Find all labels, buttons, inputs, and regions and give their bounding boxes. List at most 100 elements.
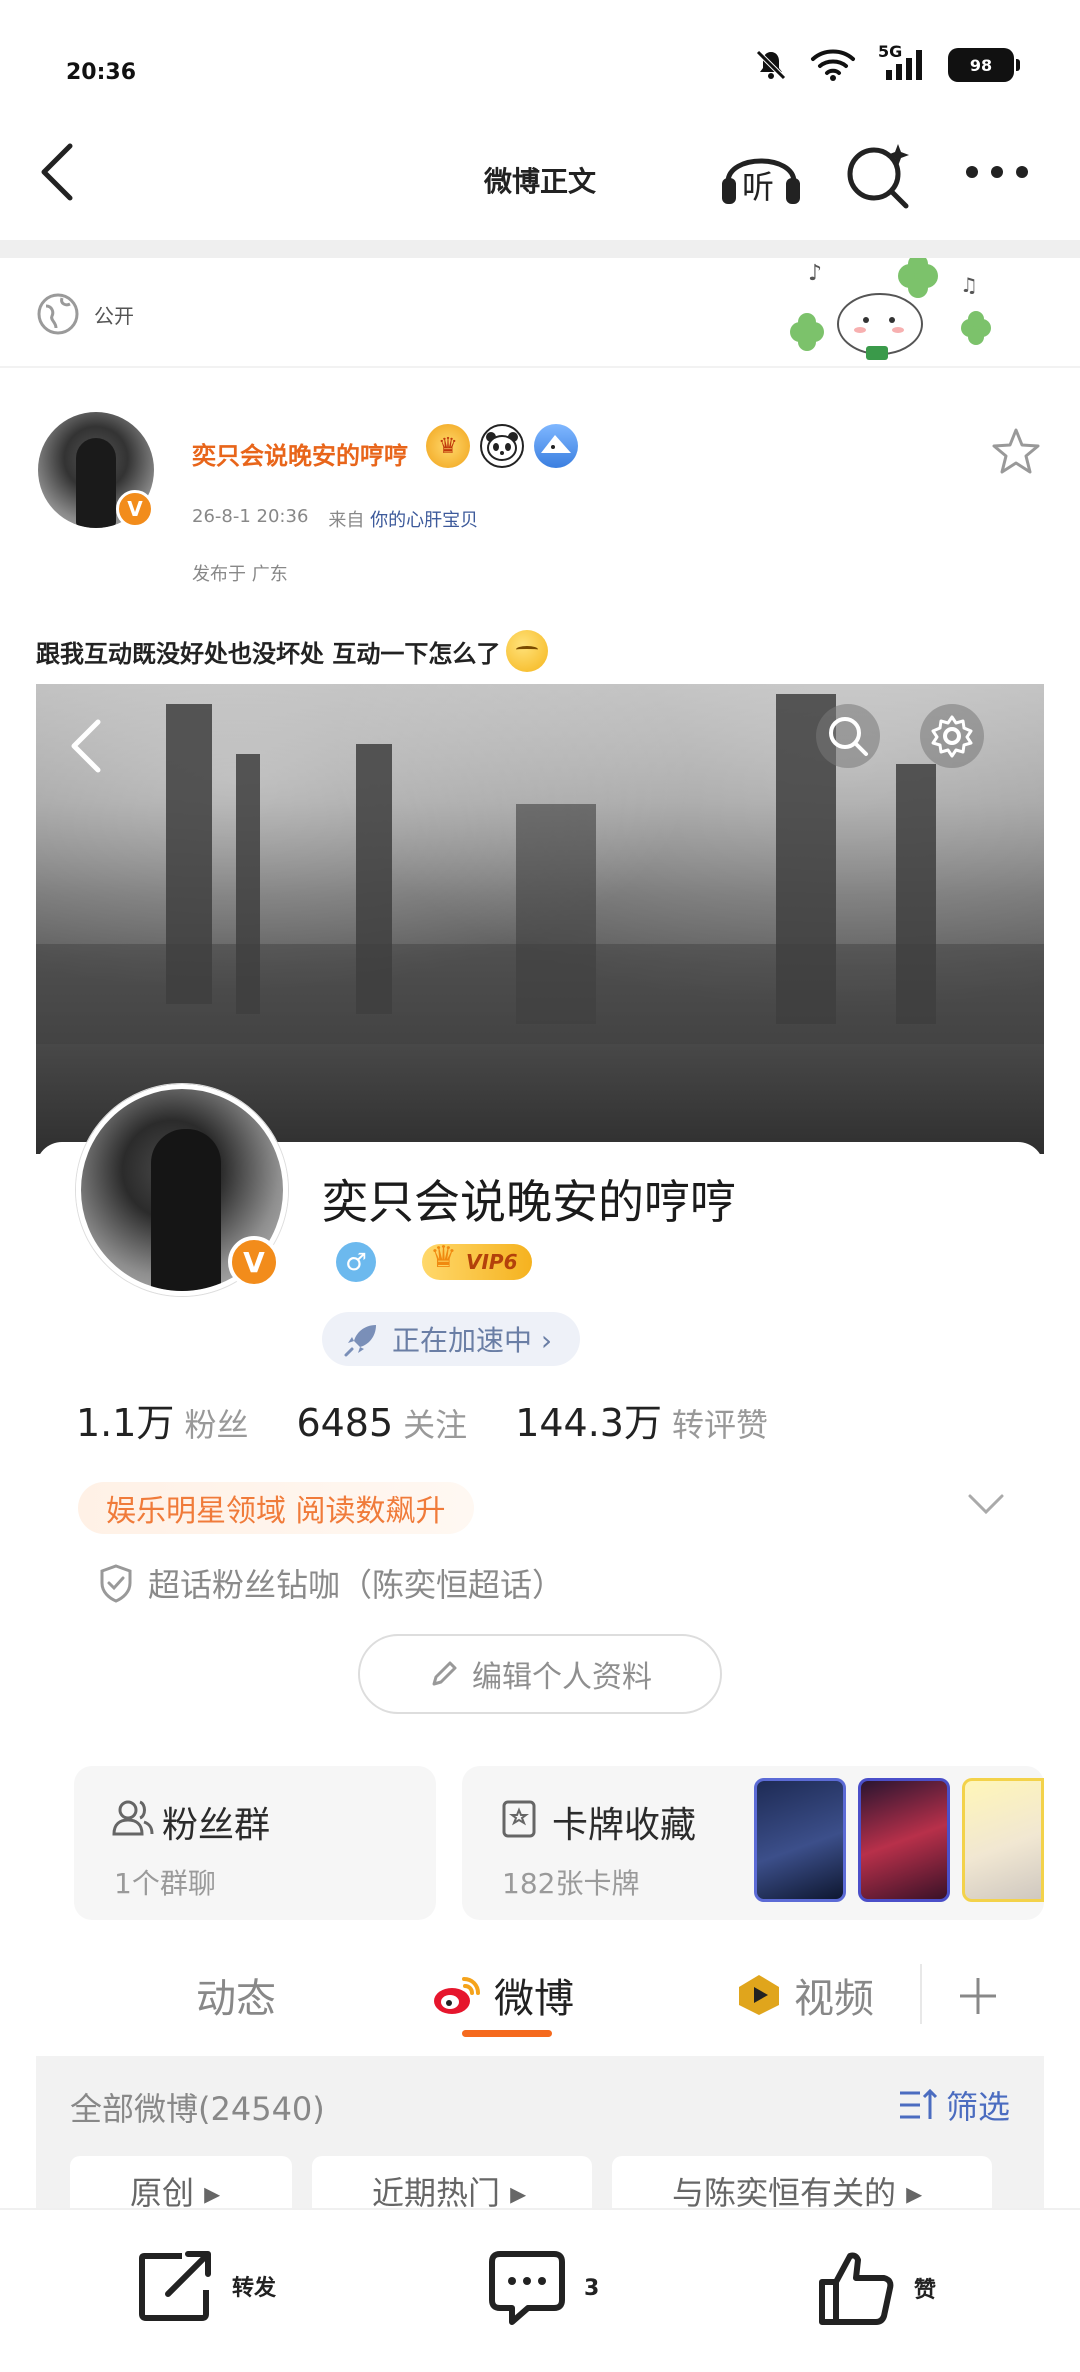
- card-collection-icon: [502, 1800, 536, 1838]
- listen-button[interactable]: 听: [718, 138, 804, 210]
- following-label: 关注: [403, 1406, 468, 1444]
- svg-text:♫: ♫: [960, 273, 978, 297]
- visibility-divider: [0, 366, 1080, 368]
- trading-card-thumbnail[interactable]: [754, 1778, 846, 1902]
- comment-count: 3: [584, 2275, 600, 2301]
- edit-profile-button[interactable]: 编辑个人资料: [358, 1634, 722, 1714]
- listen-label: 听: [742, 168, 775, 206]
- search-sparkle-icon[interactable]: [842, 138, 914, 210]
- clover-sticker-icon: ♪ ♫: [790, 258, 991, 360]
- page-title: 微博正文: [483, 165, 596, 198]
- post-source[interactable]: 你的心肝宝贝: [370, 510, 478, 531]
- card-collection-card[interactable]: 卡牌收藏 182张卡牌: [462, 1766, 1044, 1920]
- tab-weibo-label: 微博: [494, 1976, 574, 2022]
- field-tag[interactable]: 娱乐明星领域 阅读数飙升: [78, 1482, 474, 1534]
- weibo-logo-icon: [434, 1977, 480, 2014]
- profile-tabs: 动态 微博 视频: [36, 1954, 1044, 2038]
- section-divider: [0, 240, 1080, 258]
- engagement-label: 转评赞: [671, 1406, 768, 1444]
- boost-label: 正在加速中 ›: [392, 1324, 553, 1357]
- cover-settings-button[interactable]: [920, 704, 984, 768]
- repost-label: 转发: [232, 2276, 277, 2301]
- more-icon[interactable]: [964, 160, 1030, 184]
- male-gender-icon: ♂: [336, 1242, 376, 1282]
- bottom-action-bar: 转发 3 赞: [0, 2208, 1080, 2372]
- edit-profile-label: 编辑个人资料: [472, 1660, 652, 1695]
- profile-verified-icon: V: [228, 1236, 280, 1288]
- card-collection-sub: 182张卡牌: [502, 1867, 640, 1900]
- globe-icon: [37, 293, 79, 335]
- comment-icon: [489, 2251, 565, 2325]
- cover-search-button[interactable]: [816, 704, 880, 768]
- video-logo-icon: [739, 1975, 779, 2015]
- filter-icon: [899, 2088, 938, 2119]
- shield-check-icon: [100, 1564, 132, 1603]
- like-label: 赞: [914, 2278, 937, 2303]
- battery-indicator: 98: [948, 48, 1020, 82]
- card-collection-title: 卡牌收藏: [552, 1805, 697, 1846]
- following-count[interactable]: 6485: [296, 1401, 393, 1445]
- filter-button[interactable]: 筛选: [898, 2082, 1010, 2128]
- all-weibo-count: 全部微博(24540): [70, 2090, 325, 2128]
- group-icon: [112, 1800, 154, 1836]
- cellular-signal: 5G: [878, 42, 926, 82]
- supertopic-label: 超话粉丝钻咖（陈奕恒超话）: [148, 1566, 565, 1604]
- post-meta: 26-8-1 20:36 来自 你的心肝宝贝: [192, 506, 478, 532]
- trading-card-thumbnail[interactable]: [962, 1778, 1044, 1902]
- search-icon: [829, 717, 868, 756]
- share-icon: [139, 2251, 211, 2321]
- fan-group-card[interactable]: 粉丝群 1个群聊: [74, 1766, 436, 1920]
- tab-feed[interactable]: 动态: [196, 1966, 276, 2024]
- thumbs-up-icon: [819, 2252, 894, 2325]
- status-time: 20:36: [66, 60, 137, 85]
- tab-separator: [920, 1964, 922, 2024]
- shark-badge-icon[interactable]: [534, 424, 578, 468]
- active-tab-indicator: [462, 2030, 552, 2037]
- profile-name: 奕只会说晚安的哼哼: [322, 1175, 736, 1229]
- verified-badge-icon: V: [116, 490, 154, 528]
- status-icons: 5G 98: [754, 42, 1020, 82]
- tab-video[interactable]: 视频: [736, 1966, 874, 2024]
- pencil-icon: [432, 1661, 457, 1686]
- wifi-icon: [811, 49, 855, 81]
- post-image[interactable]: V 奕只会说晚安的哼哼 ♂ VIP6 正在加速中 › 1.1万 粉丝 6485 …: [36, 684, 1044, 2218]
- signal-icon: [886, 50, 922, 80]
- shy-face-emoji-icon: [506, 630, 549, 672]
- tab-weibo[interactable]: 微博: [432, 1966, 574, 2024]
- profile-stats: 1.1万 粉丝 6485 关注 144.3万 转评赞: [76, 1392, 816, 1447]
- favorite-star-icon[interactable]: [990, 426, 1042, 478]
- filter-label: 筛选: [945, 2088, 1010, 2126]
- weibo-filter-bar: 全部微博(24540) 筛选 原创 ▸ 近期热门 ▸ 与陈奕恒有关的 ▸: [36, 2056, 1044, 2218]
- boost-button[interactable]: 正在加速中 ›: [322, 1312, 581, 1366]
- post-location: 发布于 广东: [192, 564, 288, 585]
- fan-group-sub: 1个群聊: [114, 1867, 216, 1900]
- crown-badge-icon[interactable]: ♛: [426, 424, 470, 468]
- tab-video-label: 视频: [794, 1976, 874, 2022]
- cover-back-icon[interactable]: [66, 716, 106, 776]
- like-button[interactable]: 赞: [818, 2250, 936, 2326]
- fan-group-title: 粉丝群: [162, 1805, 271, 1846]
- repost-button[interactable]: 转发: [138, 2250, 276, 2322]
- supertopic-row[interactable]: 超话粉丝钻咖（陈奕恒超话）: [98, 1560, 564, 1606]
- vip-badge[interactable]: VIP6: [422, 1240, 532, 1280]
- panda-badge-icon[interactable]: [480, 424, 524, 468]
- gear-icon: [931, 715, 973, 758]
- visibility-row: 公开: [36, 292, 134, 336]
- post-text: 跟我互动既没好处也没坏处 互动一下怎么了: [36, 630, 549, 672]
- rocket-icon: [344, 1325, 376, 1357]
- svg-text:♪: ♪: [808, 261, 822, 286]
- mute-icon: [756, 50, 786, 80]
- trading-card-thumbnail[interactable]: [858, 1778, 950, 1902]
- chevron-down-icon[interactable]: [966, 1492, 1006, 1516]
- author-badges: ♛: [426, 424, 578, 468]
- comment-button[interactable]: 3: [488, 2250, 599, 2326]
- followers-label: 粉丝: [184, 1406, 249, 1444]
- post-time: 26-8-1 20:36: [192, 506, 309, 527]
- engagement-count[interactable]: 144.3万: [515, 1392, 662, 1447]
- add-tab-icon[interactable]: [956, 1974, 1000, 2018]
- post-source-prefix: 来自: [328, 510, 365, 531]
- followers-count[interactable]: 1.1万: [76, 1392, 174, 1447]
- author-name[interactable]: 奕只会说晚安的哼哼: [192, 436, 408, 471]
- post-body: 跟我互动既没好处也没坏处 互动一下怎么了: [36, 639, 501, 668]
- visibility-label: 公开: [94, 303, 134, 328]
